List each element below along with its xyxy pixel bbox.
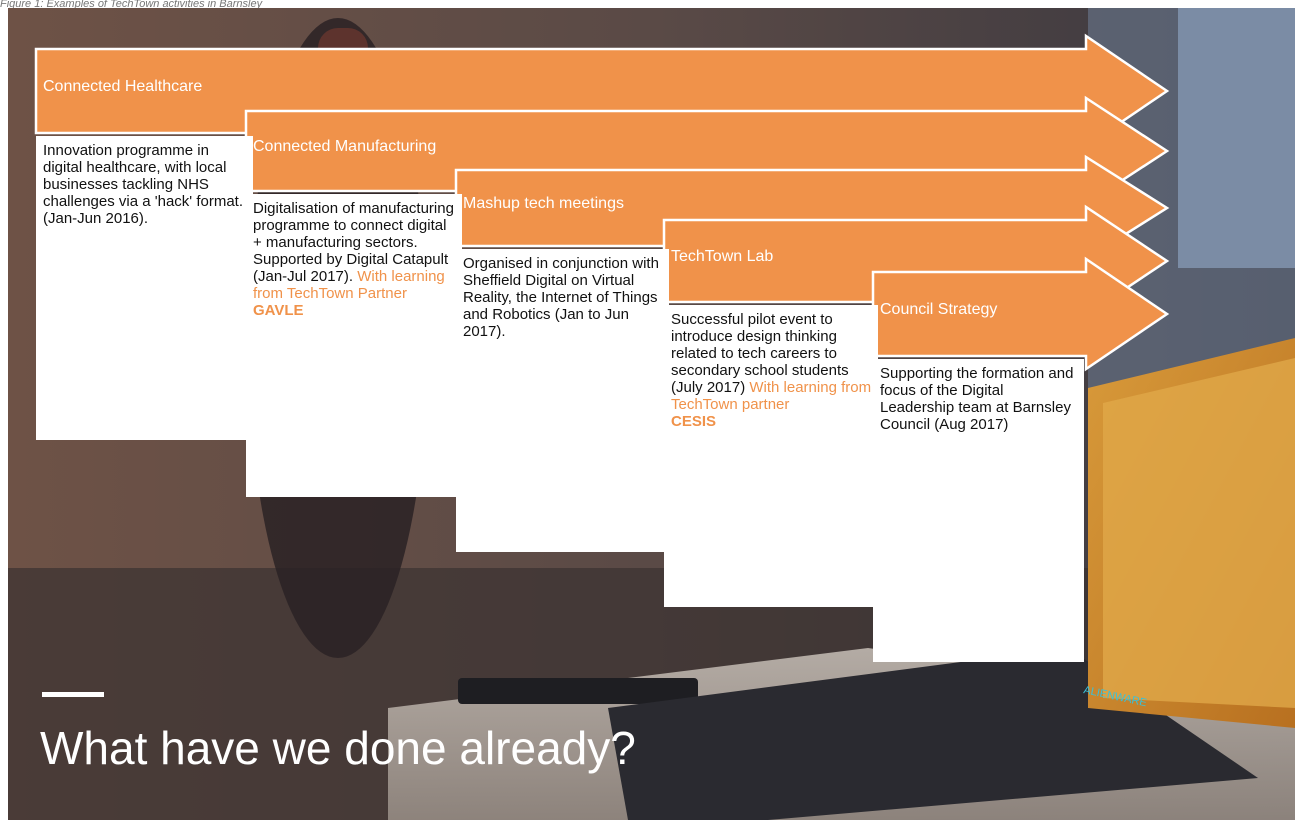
step-card: Organised in conjunction with Sheffield …: [456, 249, 669, 552]
step-learning: With learning from TechTown Partner: [253, 268, 445, 302]
step-label: Connected Healthcare: [43, 78, 203, 95]
step-description: Innovation programme in digital healthca…: [43, 142, 243, 227]
slide-title: What have we done already?: [40, 722, 636, 774]
step-label: Mashup tech meetings: [463, 195, 624, 212]
step-learning: With learning from TechTown partner: [671, 379, 872, 413]
step-label: Connected Manufacturing: [253, 138, 437, 155]
step-partner: CESIS: [671, 413, 717, 430]
step-label: TechTown Lab: [671, 248, 774, 265]
step-description: Organised in conjunction with Sheffield …: [463, 255, 659, 340]
step-card: Innovation programme in digital healthca…: [36, 136, 253, 440]
step-card: Successful pilot event to introduce desi…: [664, 305, 878, 607]
step-partner: GAVLE: [253, 302, 304, 319]
title-dash: [42, 692, 104, 697]
step-description: Supporting the formation and focus of th…: [880, 365, 1074, 433]
step-card: Digitalisation of manufacturing programm…: [246, 194, 462, 497]
step-label: Council Strategy: [880, 301, 998, 318]
slide: Figure 1: Examples of TechTown activitie…: [0, 0, 1300, 825]
step-description: Successful pilot event to introduce desi…: [671, 311, 872, 430]
step-description: Digitalisation of manufacturing programm…: [253, 200, 454, 319]
step-card: Supporting the formation and focus of th…: [873, 359, 1084, 662]
